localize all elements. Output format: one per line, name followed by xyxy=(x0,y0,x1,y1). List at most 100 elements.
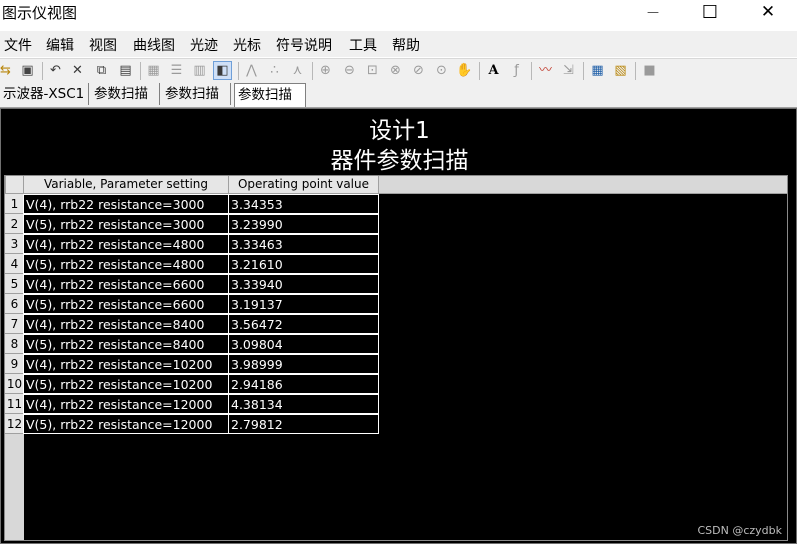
minimize-button[interactable]: — xyxy=(624,0,682,24)
cell-variable[interactable]: V(4), rrb22 resistance=3000 xyxy=(23,194,229,214)
tab-strip: 示波器-XSC1 参数扫描 参数扫描 参数扫描 xyxy=(0,83,797,108)
undo-icon[interactable]: ↶ xyxy=(47,62,64,79)
column-header-value[interactable]: Operating point value xyxy=(228,176,379,193)
cell-variable[interactable]: V(5), rrb22 resistance=4800 xyxy=(23,254,229,274)
menu-graph[interactable]: 曲线图 xyxy=(133,35,175,55)
row-number[interactable]: 2 xyxy=(5,214,24,234)
row-number[interactable]: 9 xyxy=(5,354,24,374)
cell-variable[interactable]: V(4), rrb22 resistance=4800 xyxy=(23,234,229,254)
zoom-x-icon[interactable]: ⊗ xyxy=(387,62,404,79)
copy-view-icon[interactable]: ▦ xyxy=(589,62,606,79)
cell-value[interactable]: 4.38134 xyxy=(228,394,379,414)
pan-hand-icon[interactable]: ✋ xyxy=(456,62,473,79)
cell-variable[interactable]: V(5), rrb22 resistance=10200 xyxy=(23,374,229,394)
paste-view-icon[interactable]: ▧ xyxy=(612,62,629,79)
maximize-button[interactable]: ☐ xyxy=(681,0,739,24)
toolbar-separator xyxy=(140,62,141,80)
cell-value[interactable]: 3.34353 xyxy=(228,194,379,214)
tab-oscilloscope[interactable]: 示波器-XSC1 xyxy=(0,83,89,105)
cell-value[interactable]: 2.94186 xyxy=(228,374,379,394)
row-number[interactable]: 7 xyxy=(5,314,24,334)
page-subtitle: 器件参数扫描 xyxy=(330,148,469,174)
trace-markers-icon[interactable]: ⋏ xyxy=(289,62,306,79)
copy-icon[interactable]: ⧉ xyxy=(93,62,110,79)
row-number[interactable]: 8 xyxy=(5,334,24,354)
zoom-in-icon[interactable]: ⊕ xyxy=(317,62,334,79)
cell-variable[interactable]: V(5), rrb22 resistance=6600 xyxy=(23,294,229,314)
waveform-icon[interactable]: 〰 xyxy=(537,62,554,79)
toolbar-separator xyxy=(42,62,43,80)
window-title: 图示仪视图 xyxy=(2,4,78,22)
cell-value[interactable]: 3.23990 xyxy=(228,214,379,234)
menu-view[interactable]: 视图 xyxy=(89,35,117,55)
close-button[interactable]: ✕ xyxy=(739,0,797,24)
cell-variable[interactable]: V(5), rrb22 resistance=3000 xyxy=(23,214,229,234)
row-number[interactable]: 12 xyxy=(5,414,24,434)
menu-file[interactable]: 文件 xyxy=(4,35,32,55)
row-number[interactable]: 3 xyxy=(5,234,24,254)
menu-tools[interactable]: 工具 xyxy=(349,35,377,55)
cell-variable[interactable]: V(4), rrb22 resistance=12000 xyxy=(23,394,229,414)
overlay-icon[interactable]: ◧ xyxy=(213,61,232,80)
tab-param-sweep-1[interactable]: 参数扫描 xyxy=(91,83,160,105)
tab-param-sweep-3[interactable]: 参数扫描 xyxy=(234,83,306,107)
cell-value[interactable]: 3.21610 xyxy=(228,254,379,274)
row-number[interactable]: 1 xyxy=(5,194,24,214)
cell-value[interactable]: 3.33463 xyxy=(228,234,379,254)
cell-value[interactable]: 3.98999 xyxy=(228,354,379,374)
row-number[interactable]: 10 xyxy=(5,374,24,394)
paste-icon[interactable]: ▤ xyxy=(117,62,134,79)
toolbar-separator xyxy=(238,62,239,80)
corner-cell xyxy=(5,176,24,193)
save-icon[interactable]: ▣ xyxy=(19,62,36,79)
toolbar-separator xyxy=(531,62,532,80)
results-grid: Variable, Parameter setting Operating po… xyxy=(4,175,788,541)
open-icon[interactable]: ⇆ xyxy=(0,62,14,79)
zoom-out-icon[interactable]: ⊖ xyxy=(341,62,358,79)
cell-variable[interactable]: V(5), rrb22 resistance=8400 xyxy=(23,334,229,354)
close-icon: ✕ xyxy=(760,2,776,22)
page-title: 设计1 xyxy=(369,118,430,144)
cell-variable[interactable]: V(5), rrb22 resistance=12000 xyxy=(23,414,229,434)
cut-icon[interactable]: ✕ xyxy=(69,62,86,79)
column-header-row: Variable, Parameter setting Operating po… xyxy=(5,176,787,194)
menu-help[interactable]: 帮助 xyxy=(392,35,420,55)
row-number[interactable]: 5 xyxy=(5,274,24,294)
cell-variable[interactable]: V(4), rrb22 resistance=8400 xyxy=(23,314,229,334)
trace-dots-icon[interactable]: ∴ xyxy=(266,62,283,79)
minimize-icon: — xyxy=(647,5,659,19)
list-icon[interactable]: ☰ xyxy=(168,62,185,79)
cell-value[interactable]: 3.56472 xyxy=(228,314,379,334)
cell-variable[interactable]: V(4), rrb22 resistance=10200 xyxy=(23,354,229,374)
tab-param-sweep-2[interactable]: 参数扫描 xyxy=(162,83,231,105)
maximize-icon: ☐ xyxy=(701,1,719,23)
zoom-fit-icon[interactable]: ⊡ xyxy=(364,62,381,79)
row-number[interactable]: 11 xyxy=(5,394,24,414)
formula-icon[interactable]: ƒ xyxy=(508,62,525,79)
toolbar: ⇆ ▣ ↶ ✕ ⧉ ▤ ▦ ☰ ▥ ◧ ⋀ ∴ ⋏ ⊕ ⊖ ⊡ ⊗ ⊘ ⊙ ✋ … xyxy=(0,58,797,84)
cell-value[interactable]: 3.19137 xyxy=(228,294,379,314)
menu-legend[interactable]: 符号说明 xyxy=(276,35,332,55)
toolbar-separator xyxy=(479,62,480,80)
toolbar-separator xyxy=(312,62,313,80)
grid-icon[interactable]: ▦ xyxy=(145,62,162,79)
menu-edit[interactable]: 编辑 xyxy=(46,35,74,55)
toolbar-separator xyxy=(635,62,636,80)
menu-trace[interactable]: 光迹 xyxy=(190,35,218,55)
cell-variable[interactable]: V(4), rrb22 resistance=6600 xyxy=(23,274,229,294)
row-number[interactable]: 4 xyxy=(5,254,24,274)
zoom-area-icon[interactable]: ⊙ xyxy=(433,62,450,79)
zoom-y-icon[interactable]: ⊘ xyxy=(410,62,427,79)
text-icon[interactable]: A xyxy=(485,62,502,79)
cell-value[interactable]: 3.09804 xyxy=(228,334,379,354)
cell-value[interactable]: 2.79812 xyxy=(228,414,379,434)
export-icon[interactable]: ⇲ xyxy=(560,62,577,79)
column-header-variable[interactable]: Variable, Parameter setting xyxy=(23,176,229,193)
stop-icon[interactable]: ■ xyxy=(641,62,658,79)
menu-cursor[interactable]: 光标 xyxy=(233,35,261,55)
grapher-canvas: 设计1 器件参数扫描 Variable, Parameter setting O… xyxy=(0,108,797,544)
cell-value[interactable]: 3.33940 xyxy=(228,274,379,294)
chart-icon[interactable]: ▥ xyxy=(191,62,208,79)
trace-line-icon[interactable]: ⋀ xyxy=(243,62,260,79)
row-number[interactable]: 6 xyxy=(5,294,24,314)
